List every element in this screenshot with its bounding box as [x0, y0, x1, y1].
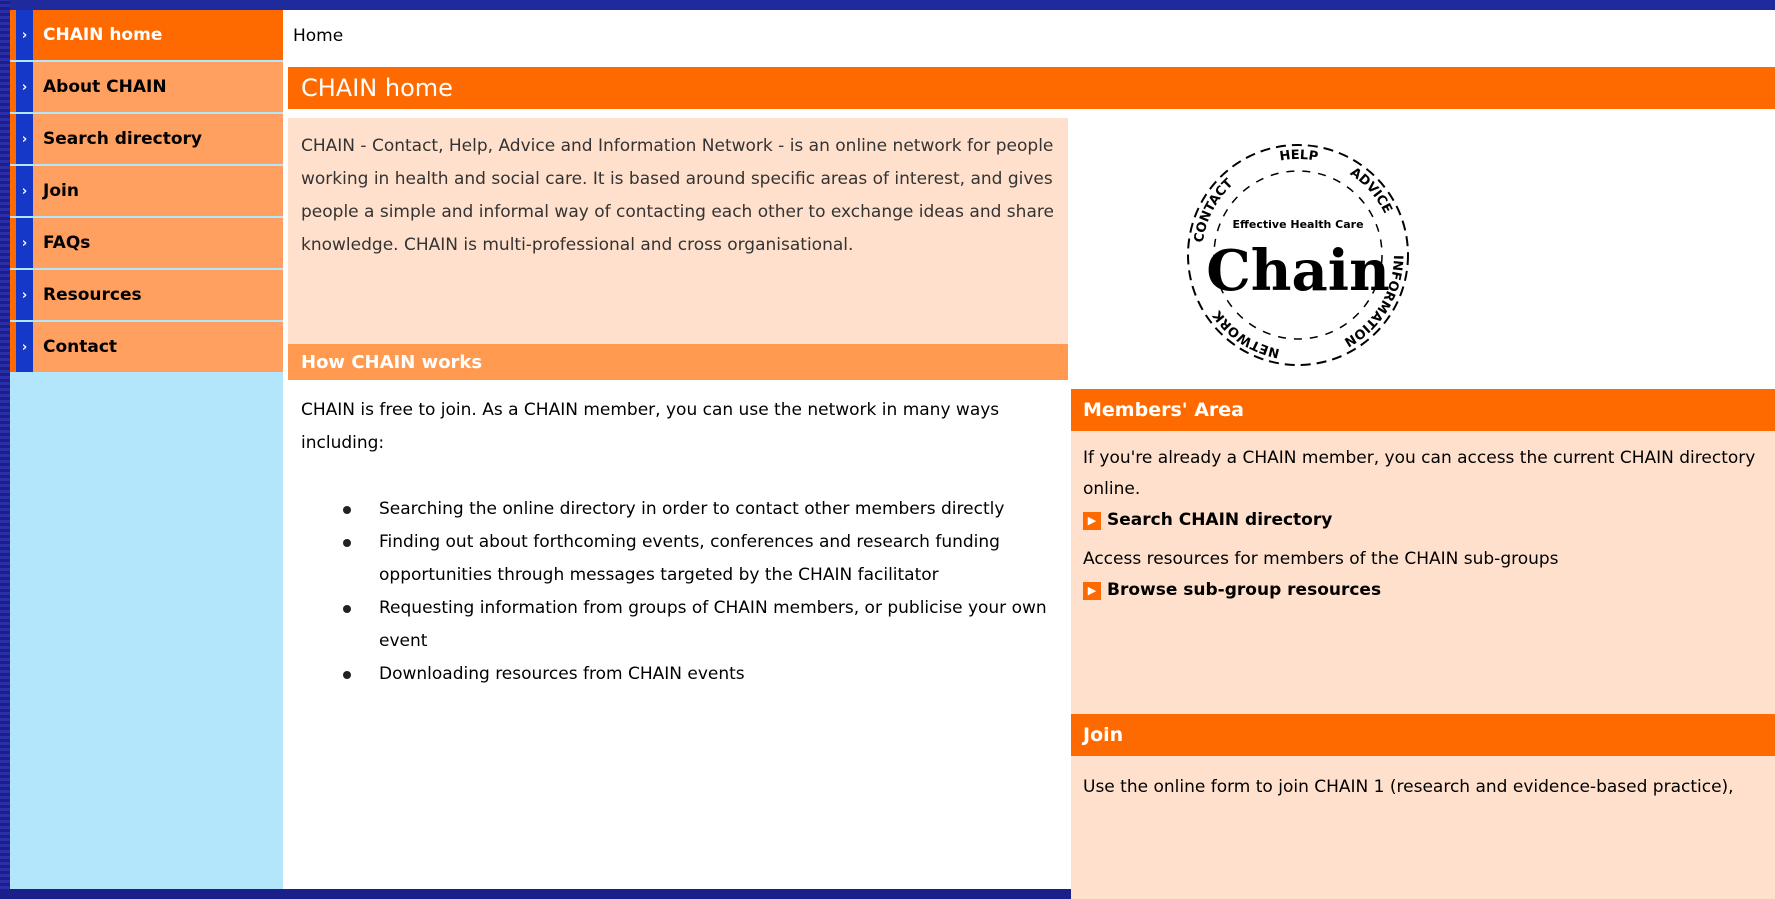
members-area-text: If you're already a CHAIN member, you ca…	[1083, 448, 1756, 499]
members-area-heading: Members' Area	[1071, 389, 1775, 431]
sidebar-item-join[interactable]: › Join	[10, 166, 283, 216]
bullet-icon	[343, 671, 351, 679]
sidebar-item-faqs[interactable]: › FAQs	[10, 218, 283, 268]
browse-sub-group-resources-link[interactable]: ▶ Browse sub-group resources	[1083, 575, 1763, 606]
sidebar-item-label: Join	[43, 181, 79, 201]
window-frame-top	[0, 0, 1775, 10]
sidebar-item-chain-home[interactable]: › CHAIN home	[10, 10, 283, 60]
sidebar-item-resources[interactable]: › Resources	[10, 270, 283, 320]
sidebar-item-label: About CHAIN	[43, 77, 167, 97]
logo-tagline: Effective Health Care	[1232, 218, 1363, 231]
list-item: Searching the online directory in order …	[343, 493, 1055, 526]
list-item: Requesting information from groups of CH…	[343, 592, 1055, 658]
bullet-icon	[343, 539, 351, 547]
bullet-icon	[343, 605, 351, 613]
logo-wordmark: Chain	[1206, 238, 1390, 304]
chevron-right-icon: ›	[16, 270, 33, 320]
chain-logo-graphic: CONTACT HELP ADVICE INFORMATION NETWORK …	[1187, 144, 1409, 366]
chain-logo: CONTACT HELP ADVICE INFORMATION NETWORK …	[1173, 130, 1423, 380]
arrow-right-icon: ▶	[1083, 581, 1101, 600]
chevron-right-icon: ›	[16, 166, 33, 216]
breadcrumb[interactable]: Home	[293, 26, 343, 46]
bullet-icon	[343, 506, 351, 514]
sidebar: › CHAIN home › About CHAIN › Search dire…	[10, 10, 283, 889]
join-body: Use the online form to join CHAIN 1 (res…	[1071, 756, 1775, 899]
sidebar-item-label: Search directory	[43, 129, 202, 149]
join-heading: Join	[1071, 714, 1775, 756]
list-item: Finding out about forthcoming events, co…	[343, 526, 1055, 592]
chevron-right-icon: ›	[16, 218, 33, 268]
search-chain-directory-link[interactable]: ▶ Search CHAIN directory	[1083, 505, 1763, 536]
how-it-works-body: CHAIN is free to join. As a CHAIN member…	[288, 394, 1068, 691]
sidebar-item-contact[interactable]: › Contact	[10, 322, 283, 372]
chevron-right-icon: ›	[16, 322, 33, 372]
sidebar-item-label: CHAIN home	[43, 25, 163, 45]
chevron-right-icon: ›	[16, 62, 33, 112]
how-it-works-intro: CHAIN is free to join. As a CHAIN member…	[301, 400, 1000, 453]
sidebar-item-about-chain[interactable]: › About CHAIN	[10, 62, 283, 112]
sidebar-item-label: Resources	[43, 285, 142, 305]
feature-list: Searching the online directory in order …	[301, 493, 1055, 691]
sidebar-item-label: Contact	[43, 337, 118, 357]
chevron-right-icon: ›	[16, 114, 33, 164]
members-area-body: If you're already a CHAIN member, you ca…	[1071, 431, 1775, 714]
main-content: Home CHAIN home CHAIN - Contact, Help, A…	[283, 10, 1775, 899]
list-item: Downloading resources from CHAIN events	[343, 658, 1055, 691]
page-title: CHAIN home	[288, 67, 1775, 109]
sidebar-item-label: FAQs	[43, 233, 91, 253]
chevron-right-icon: ›	[16, 10, 33, 60]
arrow-right-icon: ▶	[1083, 511, 1101, 530]
section-heading-how-chain-works: How CHAIN works	[288, 344, 1068, 380]
svg-text:HELP: HELP	[1279, 148, 1319, 165]
members-area-text-2: Access resources for members of the CHAI…	[1083, 549, 1559, 569]
sidebar-item-search-directory[interactable]: › Search directory	[10, 114, 283, 164]
intro-text: CHAIN - Contact, Help, Advice and Inform…	[288, 118, 1068, 354]
window-frame-left	[0, 0, 10, 889]
